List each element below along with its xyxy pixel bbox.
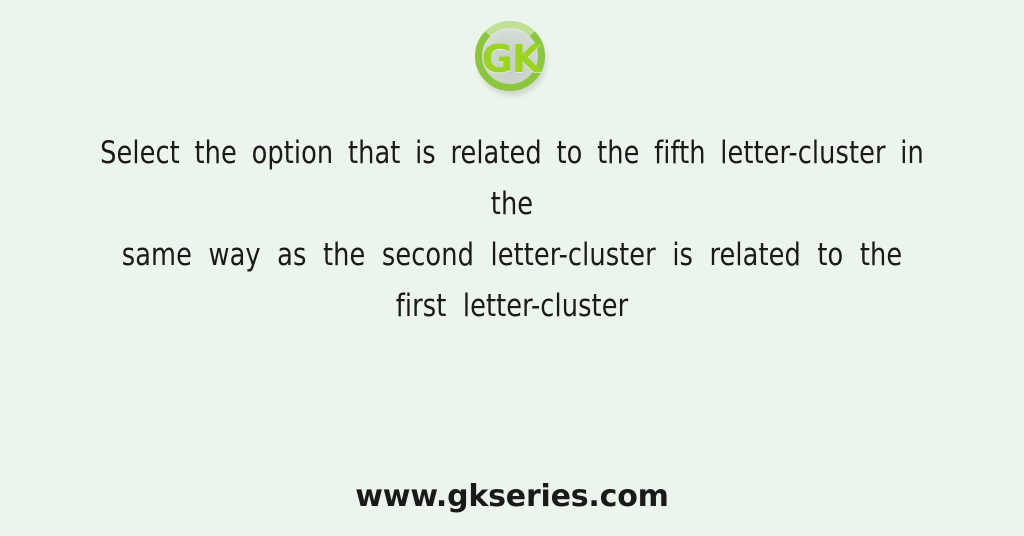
website-url: www.gkseries.com [355,479,669,514]
question-line-2: same way as the second letter-cluster is… [121,237,903,324]
question-slide: GK Select the option that is related to … [0,0,1024,536]
footer: www.gkseries.com [0,479,1024,514]
gk-circle-logo: GK [475,21,549,99]
question-text: Select the option that is related to the… [94,128,929,332]
brand-logo: GK [0,20,1024,100]
question-line-1: Select the option that is related to the… [100,135,924,222]
logo-text: GK [481,37,542,81]
